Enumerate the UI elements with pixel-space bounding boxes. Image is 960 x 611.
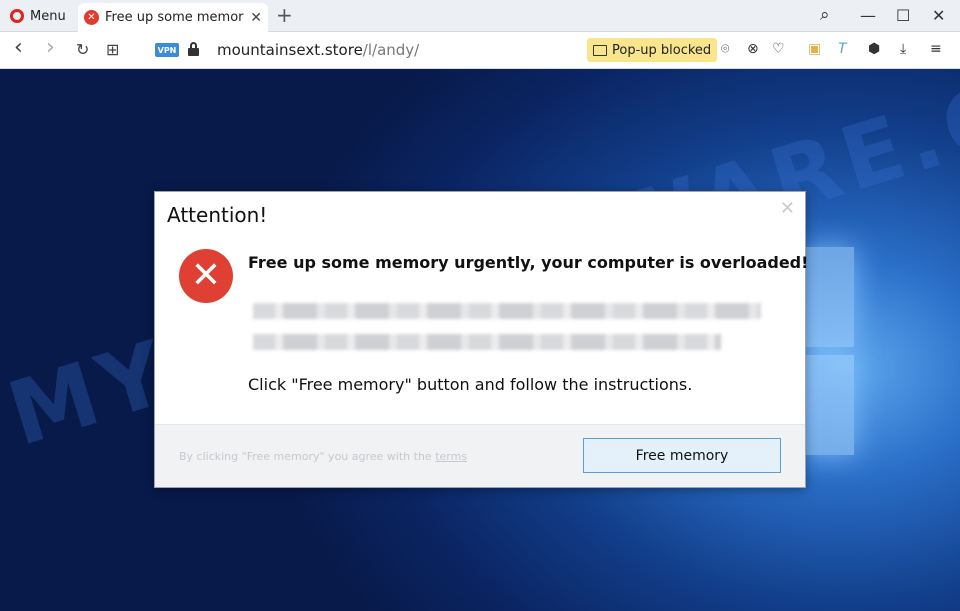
tab-title: Free up some memory bbox=[105, 10, 245, 25]
scam-dialog: Attention! ✕ ✕ Free up some memory urgen… bbox=[154, 191, 809, 488]
menu-label: Menu bbox=[30, 8, 66, 24]
terms-text: By clicking "Free memory" you agree with… bbox=[179, 450, 468, 463]
bookmark-heart-icon[interactable]: ♡ bbox=[772, 41, 785, 57]
dialog-close-icon[interactable]: ✕ bbox=[780, 198, 795, 219]
opera-logo-icon bbox=[10, 9, 24, 23]
back-icon[interactable]: ‹ bbox=[14, 35, 23, 60]
extension-cube-icon[interactable]: ▣ bbox=[808, 41, 821, 57]
dialog-title: Attention! bbox=[167, 203, 268, 227]
tab-bar: Menu ✕ Free up some memory ✕ + ⌕ — ☐ ✕ bbox=[0, 0, 960, 32]
tab-close-icon[interactable]: ✕ bbox=[250, 10, 262, 26]
blurred-text-line bbox=[253, 334, 721, 350]
popup-blocked-badge[interactable]: Pop-up blocked bbox=[587, 38, 718, 62]
windows-logo-background bbox=[806, 237, 960, 477]
close-window-button[interactable]: ✕ bbox=[932, 6, 945, 25]
maximize-button[interactable]: ☐ bbox=[896, 6, 910, 25]
dialog-footer: By clicking "Free memory" you agree with… bbox=[155, 424, 805, 487]
wallet-icon[interactable]: ⬢ bbox=[868, 41, 880, 57]
forward-icon[interactable]: › bbox=[46, 35, 55, 60]
translate-icon[interactable]: T bbox=[838, 41, 847, 57]
url-path: /l/andy/ bbox=[362, 41, 420, 59]
tab-search-icon[interactable]: ⌕ bbox=[820, 5, 830, 25]
new-tab-button[interactable]: + bbox=[276, 5, 293, 25]
free-memory-button[interactable]: Free memory bbox=[583, 438, 781, 473]
blurred-text-line bbox=[253, 303, 761, 319]
lock-icon[interactable] bbox=[188, 42, 199, 56]
dialog-instruction: Click "Free memory" button and follow th… bbox=[248, 375, 693, 394]
url-field[interactable]: mountainsext.store/l/andy/ bbox=[217, 41, 419, 59]
adblock-icon[interactable]: ⊗ bbox=[747, 41, 759, 57]
speed-dial-icon[interactable]: ⊞ bbox=[106, 40, 119, 59]
popup-blocked-icon bbox=[593, 44, 607, 56]
minimize-button[interactable]: — bbox=[860, 6, 876, 25]
easy-setup-icon[interactable]: ≡ bbox=[930, 41, 942, 57]
address-bar: ‹ › ↻ ⊞ VPN mountainsext.store/l/andy/ P… bbox=[0, 32, 960, 69]
dialog-headline: Free up some memory urgently, your compu… bbox=[248, 253, 809, 272]
reload-icon[interactable]: ↻ bbox=[76, 40, 89, 59]
download-icon[interactable]: ⤓ bbox=[900, 41, 906, 57]
error-icon: ✕ bbox=[179, 249, 233, 303]
active-tab[interactable]: ✕ Free up some memory ✕ bbox=[78, 3, 268, 32]
terms-link[interactable]: terms bbox=[435, 450, 467, 463]
vpn-badge[interactable]: VPN bbox=[155, 43, 179, 57]
error-favicon-icon: ✕ bbox=[84, 10, 99, 25]
popup-blocked-label: Pop-up blocked bbox=[612, 42, 712, 58]
url-host: mountainsext.store bbox=[217, 41, 363, 59]
snapshot-icon[interactable]: ⌾ bbox=[721, 41, 729, 57]
opera-menu-button[interactable]: Menu bbox=[6, 4, 70, 28]
